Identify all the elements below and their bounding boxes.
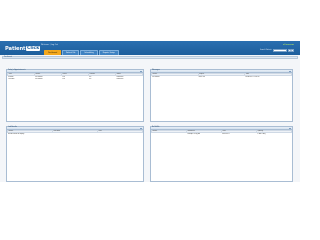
appointments-table: Time Patient Phone Provider Status 9:00 … (7, 72, 143, 80)
breadcrumb: Dashboard (2, 56, 298, 59)
rx-refills-title: Rx Refills (152, 127, 160, 128)
appointments-panel: Today's Appointments Time Patient Phone … (6, 69, 144, 122)
logo-accent-text: Click (26, 45, 41, 52)
appointment-provider: 0:0 (89, 78, 92, 80)
appointment-phone: 1-16 (62, 78, 66, 80)
rx-refills-table: Patient Medication Date Quantity Lisinop… (151, 129, 292, 135)
rx-medication: Lisinopril 10 mg tab (187, 133, 201, 135)
message-subject[interactable]: Refill Test (198, 76, 245, 78)
table-row[interactable]: Test Patient Refill Test 03/04/2011 12:0… (152, 76, 292, 78)
table-row[interactable]: Lisinopril 10 mg tab 03/03/2011 1 TAB 1 … (152, 133, 292, 135)
empty-message: No lab results for display (8, 133, 25, 135)
app-window: Patient Click Welcome | Log Out eCarecom… (0, 41, 300, 182)
rx-quantity: 1 TAB 1 daily (257, 133, 266, 135)
rx-refills-panel: Rx Refills Patient Medication Date Quant… (150, 126, 293, 182)
panel-title: Lab Results (7, 127, 143, 130)
tab-patient-file[interactable]: Patient File (62, 49, 80, 55)
top-bar: Patient Click Welcome | Log Out eCarecom… (0, 41, 300, 55)
collapse-icon[interactable] (289, 127, 291, 130)
rx-date: 03/03/2011 (222, 133, 230, 135)
collapse-icon[interactable] (289, 70, 291, 73)
tab-reports-setup[interactable]: Reports Setup (98, 49, 119, 55)
panel-title: Today's Appointments (7, 70, 143, 73)
appointment-status: Checked In (116, 78, 124, 80)
user-links[interactable]: Welcome | Log Out (41, 44, 58, 46)
table-row[interactable]: 10:00 AM Test Patient 1-16 0:0 Checked I… (8, 78, 143, 80)
logo-main-text: Patient (5, 45, 26, 52)
messages-title: Messages (152, 70, 160, 71)
messages-panel: Messages Patient Subject Date Test Patie… (150, 69, 293, 122)
main-tabs: Dashboard Patient File Scheduling Report… (44, 49, 119, 55)
tab-scheduling[interactable]: Scheduling (80, 49, 98, 55)
search-label: Search Patient: (259, 49, 272, 51)
collapse-icon[interactable] (140, 127, 142, 130)
lab-results-title: Lab Results (8, 127, 18, 128)
lab-results-table: Patient Lab Name Date No lab results for… (7, 129, 143, 135)
patientclick-logo[interactable]: Patient Click (5, 45, 41, 52)
message-date: 03/04/2011 12:00 PM (245, 76, 260, 78)
rx-patient (152, 133, 187, 135)
appointments-title: Today's Appointments (8, 70, 26, 71)
appointment-time[interactable]: 10:00 AM (8, 78, 35, 80)
message-patient: Test Patient (152, 76, 160, 78)
search-input[interactable] (272, 48, 287, 52)
tab-dashboard[interactable]: Dashboard (44, 49, 62, 55)
lab-results-panel: Lab Results Patient Lab Name Date No lab… (6, 126, 144, 182)
messages-table: Patient Subject Date Test Patient Refill… (151, 72, 292, 78)
panel-title: Rx Refills (151, 127, 292, 130)
brand-logo: eCarecom (282, 43, 294, 46)
patient-search: Search Patient: Go (259, 48, 294, 52)
table-row: No lab results for display (8, 133, 143, 135)
collapse-icon[interactable] (140, 70, 142, 73)
appointment-patient: Test Patient (35, 78, 43, 80)
panel-title: Messages (151, 70, 292, 73)
search-button[interactable]: Go (287, 48, 294, 52)
